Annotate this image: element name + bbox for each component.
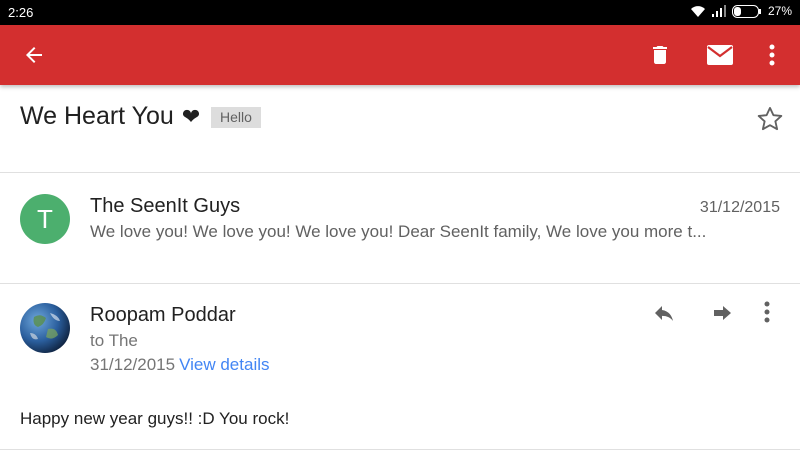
battery-icon bbox=[731, 4, 762, 18]
earth-image bbox=[30, 313, 60, 340]
reply-button[interactable] bbox=[650, 301, 682, 329]
more-options-button[interactable] bbox=[752, 35, 792, 75]
wifi-icon bbox=[690, 4, 706, 18]
back-button[interactable] bbox=[14, 35, 54, 75]
subject-text: We Heart You bbox=[20, 102, 174, 130]
star-outline-icon bbox=[757, 106, 783, 131]
sender-avatar[interactable]: T bbox=[20, 194, 70, 244]
delete-button[interactable] bbox=[640, 35, 680, 75]
view-details-link[interactable]: View details bbox=[179, 355, 269, 374]
label-chip[interactable]: Hello bbox=[211, 107, 261, 128]
message-expanded: Roopam Poddar to The 31/12/2015 View deta… bbox=[0, 285, 800, 450]
app-bar bbox=[0, 25, 800, 85]
message-snippet: We love you! We love you! We love you! D… bbox=[90, 222, 707, 241]
message-date: 31/12/2015 bbox=[699, 199, 780, 216]
trash-icon bbox=[653, 46, 667, 64]
subject-row: We Heart You ❤ Hello bbox=[0, 85, 800, 173]
avatar-letter: T bbox=[37, 203, 53, 234]
battery-percent: 27% bbox=[767, 4, 792, 18]
status-time: 2:26 bbox=[8, 5, 34, 20]
message-collapsed[interactable]: T The SeenIt Guys 31/12/2015 We love you… bbox=[0, 174, 800, 284]
message-date: 31/12/2015 bbox=[90, 355, 176, 374]
mark-unread-button[interactable] bbox=[700, 35, 740, 75]
status-bar: 2:26 27% bbox=[0, 0, 800, 25]
more-vert-icon bbox=[769, 44, 775, 66]
mail-icon bbox=[707, 45, 733, 65]
signal-icon bbox=[711, 5, 726, 17]
star-button[interactable] bbox=[756, 105, 784, 133]
recipient-line: to The bbox=[90, 331, 138, 350]
message-more-button[interactable] bbox=[764, 301, 784, 329]
sender-name: The SeenIt Guys bbox=[90, 195, 241, 217]
reply-icon bbox=[655, 306, 673, 321]
back-arrow-icon bbox=[26, 47, 42, 63]
sender-name: Roopam Poddar bbox=[90, 304, 236, 326]
message-body: Happy new year guys!! :D You rock! bbox=[20, 409, 290, 428]
message-date-line: 31/12/2015 View details bbox=[90, 355, 270, 375]
more-vert-icon bbox=[764, 301, 770, 323]
status-icons: 27% bbox=[690, 4, 792, 18]
heart-icon: ❤ bbox=[181, 103, 201, 129]
forward-button[interactable] bbox=[710, 301, 742, 329]
earth-avatar[interactable] bbox=[20, 303, 70, 353]
thread-subject: We Heart You ❤ bbox=[20, 102, 200, 131]
forward-arrow-icon bbox=[714, 306, 731, 320]
